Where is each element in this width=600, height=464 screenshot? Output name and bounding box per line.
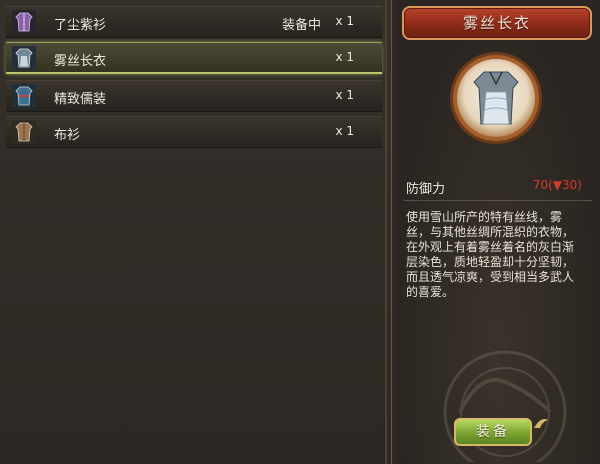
purple-robe-icon (12, 10, 36, 34)
defense-label: 防御力 (406, 182, 446, 197)
equip-button-label: 装备 (476, 424, 510, 440)
divider (404, 200, 592, 201)
inventory-item-quantity: x 1 (335, 124, 354, 138)
inventory-item-1[interactable]: 雾丝长衣 x 1 (6, 42, 382, 74)
inventory-item-quantity: x 1 (335, 50, 354, 64)
inventory-item-2[interactable]: 精致儒装 x 1 (6, 80, 382, 112)
item-detail-panel: 雾丝长衣 防御力 70(▼30) 使用雪山所产的特有丝线，雾丝，与其他丝绸所混织… (396, 0, 600, 464)
inventory-item-name: 布衫 (54, 128, 81, 143)
item-description: 使用雪山所产的特有丝线，雾丝，与其他丝绸所混织的衣物，在外观上有着雾丝着名的灰白… (406, 210, 575, 299)
mist-robe-portrait-icon (450, 52, 542, 144)
inventory-item-name: 雾丝长衣 (54, 54, 107, 69)
inventory-item-3[interactable]: 布衫 x 1 (6, 116, 382, 148)
inventory-item-0[interactable]: 了尘紫衫 装备中 x 1 (6, 6, 382, 38)
inventory-item-name: 了尘紫衫 (54, 18, 107, 33)
item-title: 雾丝长衣 (462, 14, 531, 32)
item-title-plate: 雾丝长衣 (402, 6, 592, 40)
blue-robe-icon (12, 46, 36, 70)
brown-robe-icon (12, 120, 36, 144)
defense-stat-row: 防御力 70(▼30) (406, 176, 592, 197)
defense-value: 70(▼30) (532, 178, 582, 192)
inventory-list: 了尘紫衫 装备中 x 1 雾丝长衣 x 1 精致儒装 x 1 布衫 x 1 (0, 0, 392, 464)
equipped-status-label: 装备中 (282, 18, 322, 33)
inventory-item-name: 精致儒装 (54, 92, 107, 107)
inventory-item-quantity: x 1 (335, 88, 354, 102)
flourish-icon (534, 419, 548, 428)
inventory-item-quantity: x 1 (335, 14, 354, 28)
teal-robe-icon (12, 84, 36, 108)
equip-button[interactable]: 装备 (454, 418, 532, 446)
